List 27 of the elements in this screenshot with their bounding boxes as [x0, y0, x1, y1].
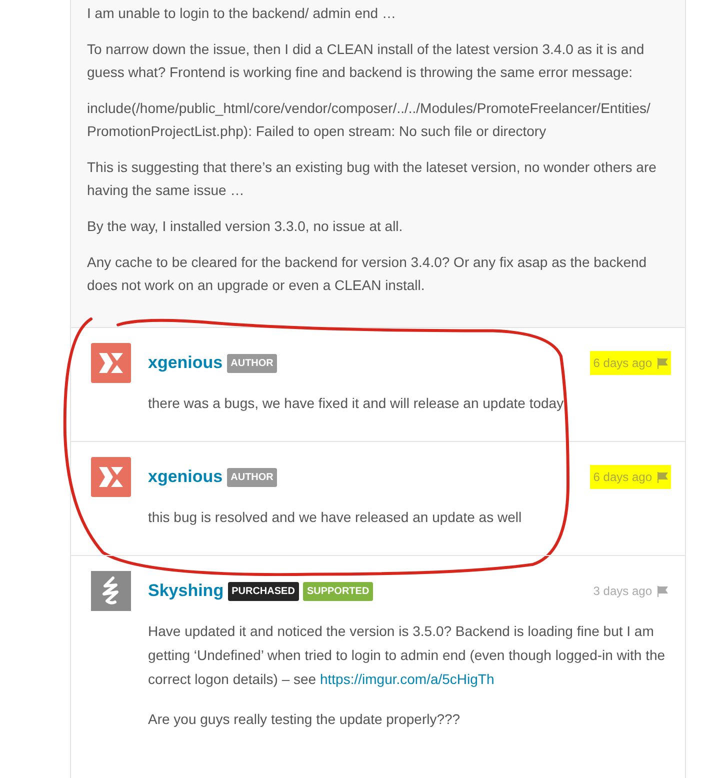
logo-avatar	[91, 457, 131, 497]
timestamp: 6 days ago	[590, 351, 671, 375]
timestamp: 6 days ago	[590, 465, 671, 489]
user-badge: PURCHASED	[228, 582, 299, 600]
user-badge: AUTHOR	[226, 468, 278, 486]
post-text: I am unable to login to the backend/ admin end …	[87, 4, 397, 23]
post-text: This is suggesting that there’s an existing bug with the lateset version, no wonder others are having the same issue …	[87, 158, 658, 200]
flag-icon[interactable]	[657, 586, 668, 596]
timestamp: 3 days ago	[590, 579, 671, 603]
author-name[interactable]: xgenious	[148, 350, 223, 376]
logo-avatar	[91, 343, 131, 383]
post-text: By the way, I installed version 3.3.0, no issue at all.	[87, 217, 404, 236]
post-text: include(/home/public_html/core/vendor/composer/../../Modules/PromoteFreelancer/Entities/ PromotionProjectList.php): Failed to open stream: No such file or directory	[87, 99, 652, 141]
post-text: Any cache to be cleared for the backend for version 3.4.0? Or any fix asap as the backend does not work on an upgrade or even a CLEAN install.	[87, 253, 648, 295]
image-link[interactable]: https://imgur.com/a/5cHigTh	[320, 671, 494, 687]
author-name[interactable]: xgenious	[148, 464, 223, 490]
user-badge: AUTHOR	[226, 354, 278, 372]
flag-icon[interactable]	[657, 472, 668, 482]
comment-text: this bug is resolved and we have released an update as well	[148, 508, 523, 527]
post-text: To narrow down the issue, then I did a CLEAN install of the latest version 3.4.0 as it is and guess what? Frontend is working fine and backend is throwing the same error message:	[87, 40, 646, 82]
flag-icon[interactable]	[657, 358, 668, 368]
author-name[interactable]: Skyshing	[148, 578, 224, 604]
comment-text: Have updated it and noticed the version is 3.5.0? Backend is loading fine but I am getting ‘Undefined’ when tried to login to admin end (even though logged-in with the correct logon details) – see https://imgur.com/a/5cHigTh	[148, 622, 666, 689]
user-badge: SUPPORTED	[302, 582, 374, 600]
squiggle-avatar	[91, 571, 131, 611]
comment-text: there was a bugs, we have fixed it and will release an update today	[148, 394, 565, 413]
comment-text: Are you guys really testing the update properly???	[148, 710, 462, 729]
